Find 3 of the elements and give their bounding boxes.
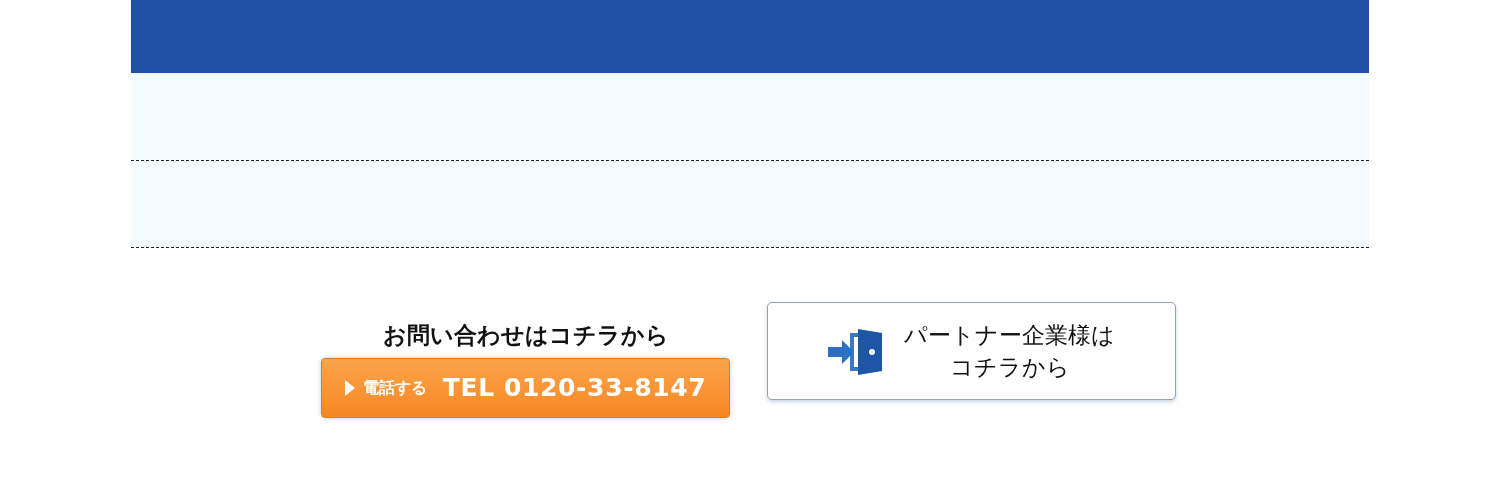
- partner-button[interactable]: パートナー企業様は コチラから: [767, 302, 1176, 400]
- triangle-icon: [344, 380, 355, 396]
- contact-heading: お問い合わせはコチラから: [382, 321, 669, 350]
